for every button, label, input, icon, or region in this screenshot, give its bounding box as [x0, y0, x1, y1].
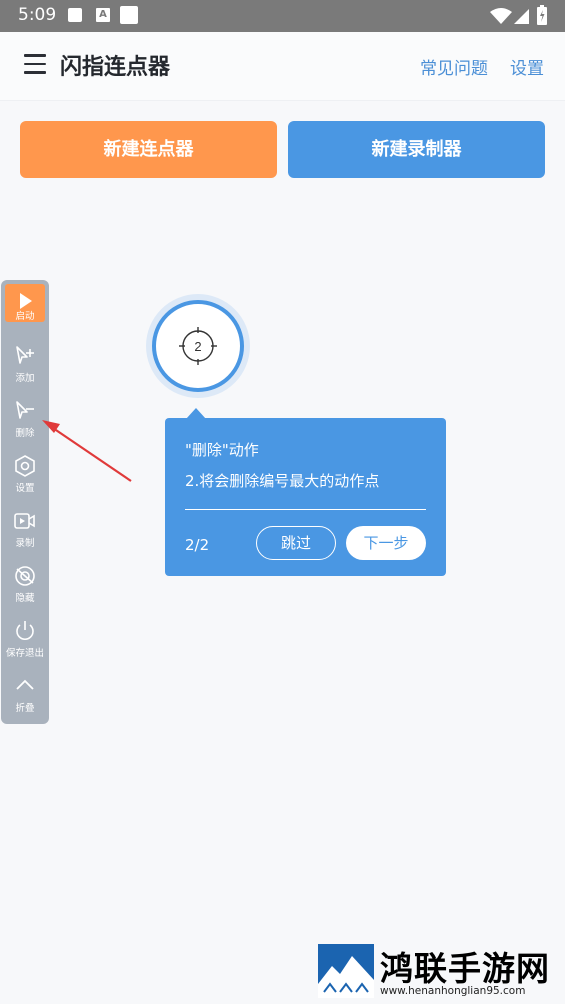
sidebar-item-label: 保存退出 — [5, 648, 44, 659]
faq-link[interactable]: 常见问题 — [420, 54, 488, 79]
sidebar-item-label: 启动 — [15, 311, 35, 322]
notification-blank-icon — [120, 6, 138, 24]
click-point-number: 2 — [194, 339, 201, 354]
tooltip-title: "删除"动作 — [185, 441, 259, 459]
record-video-icon — [14, 513, 35, 529]
status-time: 5:09 — [18, 5, 57, 25]
crosshair-icon: 2 — [179, 327, 217, 365]
add-cursor-icon — [16, 346, 34, 364]
sidebar-item-collapse[interactable]: 折叠 — [1, 670, 49, 722]
next-step-button[interactable]: 下一步 — [346, 526, 426, 560]
app-bar: 闪指连点器 常见问题 设置 — [0, 32, 565, 101]
sidebar-item-label: 录制 — [15, 538, 35, 549]
battery-icon — [537, 5, 547, 25]
skip-button[interactable]: 跳过 — [256, 526, 336, 560]
sidebar-item-start[interactable]: 启动 — [1, 286, 49, 338]
status-bar: 5:09 A — [0, 0, 565, 32]
floating-toolbar: 启动 添加 删除 设置 录制 隐藏 保存退出 折叠 — [1, 280, 49, 724]
tooltip-description: 2.将会删除编号最大的动作点 — [185, 472, 380, 490]
sidebar-item-label: 添加 — [15, 373, 35, 384]
notification-a-icon: A — [96, 8, 110, 22]
settings-link[interactable]: 设置 — [510, 54, 544, 79]
sidebar-item-label: 删除 — [15, 428, 35, 439]
notification-square-icon — [68, 8, 82, 22]
click-point-ring: 2 — [152, 300, 244, 392]
wifi-icon — [490, 8, 512, 24]
guide-tooltip: "删除"动作 2.将会删除编号最大的动作点 2/2 跳过 下一步 — [165, 418, 446, 576]
sidebar-item-label: 设置 — [15, 483, 35, 494]
sidebar-item-settings[interactable]: 设置 — [1, 450, 49, 502]
tooltip-page-indicator: 2/2 — [185, 536, 210, 554]
click-point-target[interactable]: 2 — [146, 294, 250, 398]
signal-icon — [514, 9, 529, 24]
watermark-name: 鸿联手游网 — [380, 949, 550, 988]
sidebar-item-delete[interactable]: 删除 — [1, 395, 49, 447]
hide-eye-icon — [15, 566, 35, 586]
sidebar-item-add[interactable]: 添加 — [1, 340, 49, 392]
sidebar-item-hide[interactable]: 隐藏 — [1, 560, 49, 612]
new-clicker-button[interactable]: 新建连点器 — [20, 121, 277, 178]
app-title: 闪指连点器 — [60, 55, 171, 80]
hexagon-gear-icon — [15, 455, 35, 477]
hamburger-menu-icon[interactable] — [24, 54, 46, 74]
remove-cursor-icon — [16, 401, 34, 419]
watermark: 鸿联手游网 www.henanhonglian95.com — [318, 942, 558, 1000]
sidebar-item-label: 隐藏 — [15, 593, 35, 604]
watermark-logo-icon — [318, 944, 374, 998]
sidebar-item-label: 折叠 — [15, 703, 35, 714]
sidebar-item-record[interactable]: 录制 — [1, 505, 49, 557]
chevron-up-icon — [16, 679, 34, 690]
power-icon — [16, 621, 34, 640]
new-recorder-button[interactable]: 新建录制器 — [288, 121, 545, 178]
watermark-url: www.henanhonglian95.com — [380, 985, 526, 997]
tooltip-divider — [185, 509, 426, 510]
sidebar-item-save-exit[interactable]: 保存退出 — [1, 615, 49, 667]
